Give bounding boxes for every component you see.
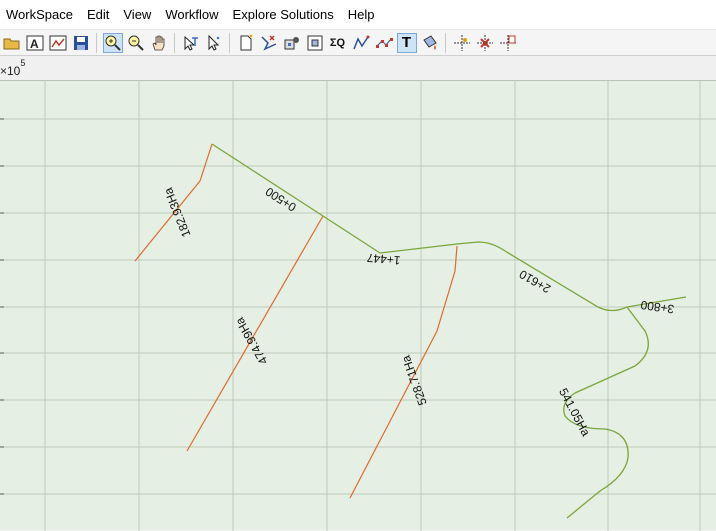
delete-node-button[interactable] [475,33,495,53]
node-tools-button[interactable] [282,33,302,53]
points-icon [375,37,393,48]
zoom-out-button[interactable] [126,33,146,53]
paint-bucket-button[interactable] [420,33,440,53]
sum-q-button[interactable]: ΣQ [328,33,348,53]
area-label-528: 528.71Ha [399,353,430,407]
network-drawing[interactable]: 0+500 1+447 2+610 3+800 182.93Ha 474.99H… [0,81,716,531]
new-page-button[interactable] [236,33,256,53]
axis-header [0,56,716,80]
map-canvas[interactable]: 0+500 1+447 2+610 3+800 182.93Ha 474.99H… [0,80,716,531]
toolbar-separator [445,32,446,53]
node-properties-button[interactable] [498,33,518,53]
toolbar-separator [229,32,230,53]
text-tool-button[interactable]: T [396,32,417,53]
area-label-474: 474.99Ha [232,315,270,367]
draw-line-button[interactable] [259,33,279,53]
text-tool-icon: T [401,34,412,51]
new-page-icon [240,34,252,50]
toolbar-separator [174,32,175,53]
polyline-icon [352,35,369,49]
y-axis-ticks [0,118,4,495]
fit-extent-button[interactable] [305,33,325,53]
menu-view[interactable]: View [117,0,159,30]
svg-text:A: A [30,37,39,51]
node-properties-icon [499,34,516,51]
select-arrow-icon [208,34,219,51]
map-image-icon [49,35,66,50]
select-network-icon [184,35,198,51]
zoom-out-icon [128,35,144,51]
text-import-button[interactable]: A [25,33,45,53]
pan-hand-icon [152,35,164,50]
select-network-button[interactable] [181,33,201,53]
text-import-icon: A [26,35,43,51]
pan-button[interactable] [149,33,169,53]
zoom-in-icon [105,35,121,51]
add-node-button[interactable] [452,33,472,53]
axis-exponent-label: ×105 [0,58,26,78]
save-button[interactable] [71,33,91,53]
toolbar-separator [96,32,97,53]
chainage-label-1447: 1+447 [366,251,401,268]
menu-workflow[interactable]: Workflow [159,0,226,30]
chainage-label-2610: 2+610 [517,267,553,296]
save-icon [73,35,88,50]
area-label-182: 182.93Ha [161,185,194,239]
polyline-button[interactable] [351,33,371,53]
open-folder-icon [3,38,19,49]
menu-explore-solutions[interactable]: Explore Solutions [227,0,342,30]
gridlines [0,81,716,531]
menu-workspace[interactable]: WorkSpace [0,0,81,30]
points-button[interactable] [374,33,394,53]
delete-node-icon [476,34,493,51]
zoom-in-button[interactable] [102,32,123,53]
toolbar: A ΣQ T [0,30,716,56]
paint-bucket-icon [422,34,437,50]
node-tools-icon [284,36,299,49]
menu-edit[interactable]: Edit [81,0,117,30]
open-folder-button[interactable] [2,33,22,53]
chainage-label-3800: 3+800 [639,298,675,317]
sum-q-icon: ΣQ [329,36,346,49]
menu-help[interactable]: Help [342,0,383,30]
add-node-icon [453,34,470,51]
draw-line-icon [260,34,276,51]
select-arrow-button[interactable] [204,33,224,53]
map-image-button[interactable] [48,33,68,53]
fit-extent-icon [307,35,322,50]
menu-bar: WorkSpace Edit View Workflow Explore Sol… [0,0,716,30]
